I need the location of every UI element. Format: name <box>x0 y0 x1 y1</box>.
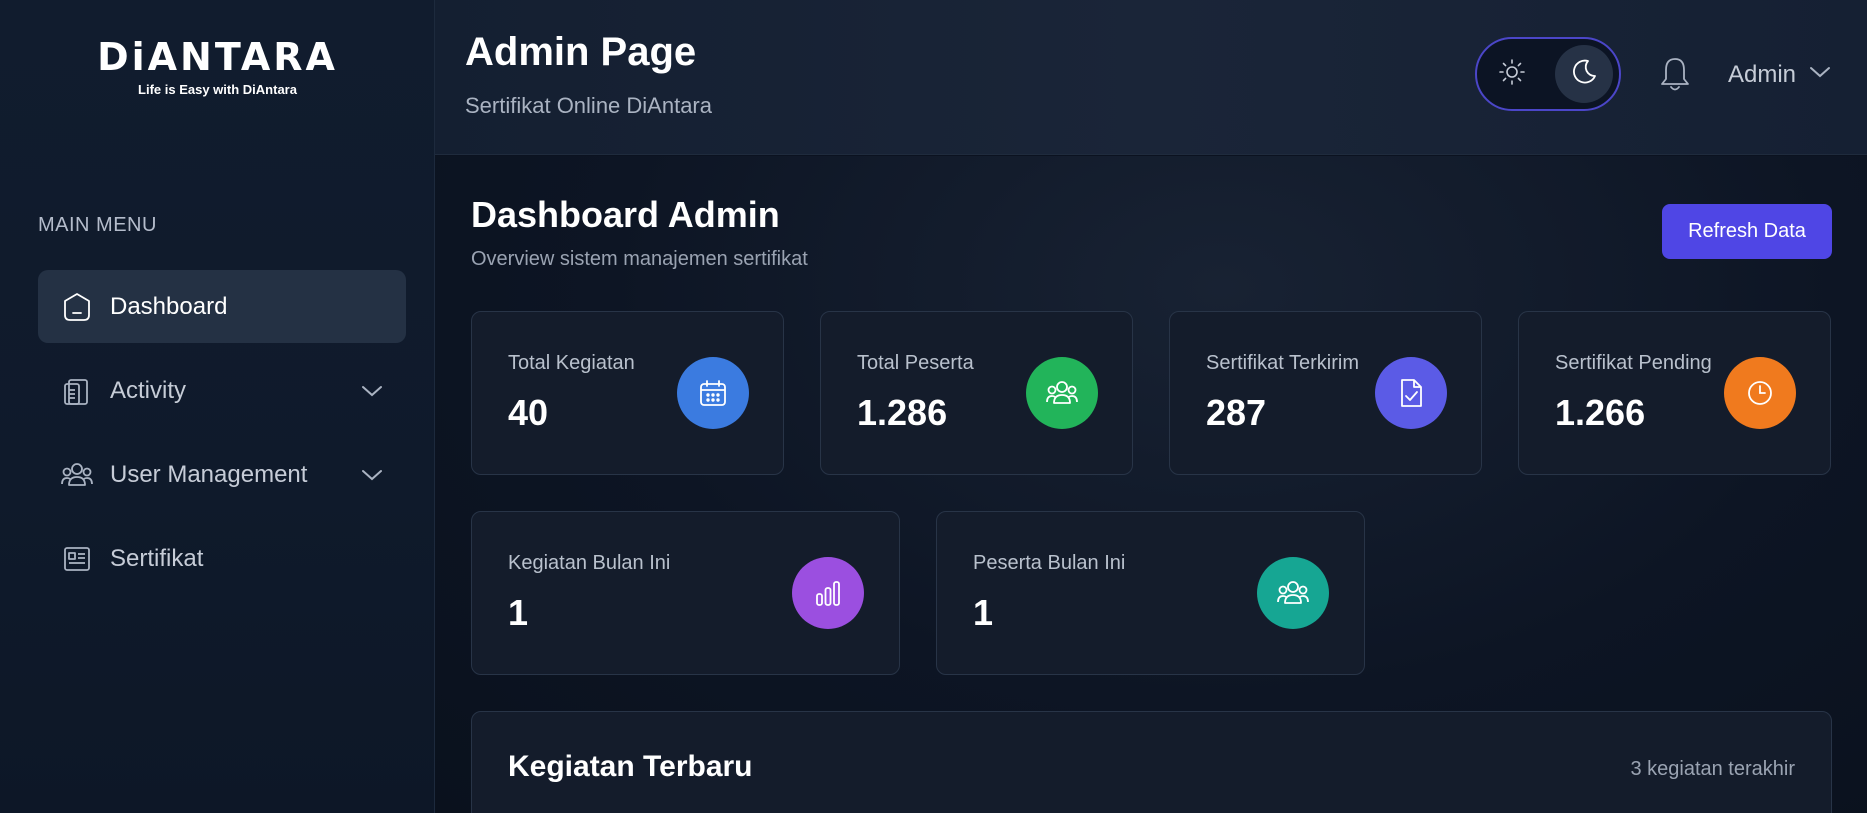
user-name: Admin <box>1728 60 1797 88</box>
recent-activities-panel: Kegiatan Terbaru 3 kegiatan terakhir <box>471 711 1832 813</box>
refresh-data-button[interactable]: Refresh Data <box>1662 204 1832 259</box>
moon-icon <box>1569 57 1599 92</box>
main-area: Admin Page Sertifikat Online DiAntara Ad… <box>435 0 1867 813</box>
sidebar-item-user-management[interactable]: User Management <box>38 438 406 511</box>
home-icon <box>60 290 94 324</box>
calendar-icon <box>677 357 749 429</box>
stat-card-sertifikat-pending[interactable]: Sertifikat Pending 1.266 <box>1518 311 1831 475</box>
stat-value: 1.266 <box>1555 392 1646 433</box>
stat-value: 1 <box>508 592 529 633</box>
sidebar-item-sertifikat[interactable]: Sertifikat <box>38 522 406 595</box>
stat-label: Sertifikat Terkirim <box>1206 352 1359 374</box>
chevron-down-icon <box>1808 60 1832 89</box>
brand-logo[interactable]: DiANTARA Life is Easy with DiAntara <box>0 38 435 97</box>
theme-toggle[interactable] <box>1475 37 1621 111</box>
chevron-down-icon[interactable] <box>360 463 384 487</box>
chevron-down-icon[interactable] <box>360 379 384 403</box>
sidebar-item-label: Activity <box>110 376 187 404</box>
dashboard-content: Dashboard Admin Overview sistem manajeme… <box>435 156 1867 813</box>
page-title: Admin Page <box>465 30 697 74</box>
light-mode-button[interactable] <box>1483 45 1541 103</box>
users-icon <box>60 458 94 492</box>
dark-mode-button[interactable] <box>1555 45 1613 103</box>
top-bar: Admin Page Sertifikat Online DiAntara Ad… <box>435 0 1867 155</box>
sidebar-item-activity[interactable]: Activity <box>38 354 406 427</box>
page-subtitle: Sertifikat Online DiAntara <box>465 93 712 118</box>
document-list-icon <box>60 542 94 576</box>
stat-card-total-kegiatan[interactable]: Total Kegiatan 40 <box>471 311 784 475</box>
stat-card-total-peserta[interactable]: Total Peserta 1.286 <box>820 311 1133 475</box>
bar-chart-icon <box>792 557 864 629</box>
stat-card-sertifikat-terkirim[interactable]: Sertifikat Terkirim 287 <box>1169 311 1482 475</box>
stat-card-kegiatan-bulan-ini[interactable]: Kegiatan Bulan Ini 1 <box>471 511 900 675</box>
stat-value: 287 <box>1206 392 1267 433</box>
app-root: DiANTARA Life is Easy with DiAntara MAIN… <box>0 0 1867 813</box>
stat-value: 1.286 <box>857 392 948 433</box>
logo-tagline: Life is Easy with DiAntara <box>138 82 297 97</box>
sidebar-item-label: Dashboard <box>110 292 228 320</box>
sidebar: DiANTARA Life is Easy with DiAntara MAIN… <box>0 0 435 813</box>
user-menu[interactable]: Admin <box>1728 60 1832 89</box>
main-menu: Dashboard Activity User Management Serti… <box>38 270 406 606</box>
clipboard-icon <box>60 374 94 408</box>
panel-meta: 3 kegiatan terakhir <box>1630 758 1795 780</box>
stat-card-peserta-bulan-ini[interactable]: Peserta Bulan Ini 1 <box>936 511 1365 675</box>
sidebar-item-label: Sertifikat <box>110 544 204 572</box>
bell-icon[interactable] <box>1657 55 1695 93</box>
logo-wordmark: DiANTARA <box>97 35 338 79</box>
users-icon <box>1026 357 1098 429</box>
stat-label: Kegiatan Bulan Ini <box>508 552 671 574</box>
dashboard-title: Dashboard Admin <box>471 194 780 235</box>
panel-title: Kegiatan Terbaru <box>508 750 753 783</box>
sidebar-item-label: User Management <box>110 460 308 488</box>
users-icon <box>1257 557 1329 629</box>
dashboard-subtitle: Overview sistem manajemen sertifikat <box>471 248 808 270</box>
menu-heading: MAIN MENU <box>38 214 157 236</box>
sun-icon <box>1498 58 1526 91</box>
stat-label: Peserta Bulan Ini <box>973 552 1126 574</box>
stat-value: 1 <box>973 592 994 633</box>
file-check-icon <box>1375 357 1447 429</box>
stat-label: Total Peserta <box>857 352 974 374</box>
sidebar-item-dashboard[interactable]: Dashboard <box>38 270 406 343</box>
stat-value: 40 <box>508 392 549 433</box>
stat-label: Total Kegiatan <box>508 352 635 374</box>
stat-label: Sertifikat Pending <box>1555 352 1712 374</box>
clock-icon <box>1724 357 1796 429</box>
